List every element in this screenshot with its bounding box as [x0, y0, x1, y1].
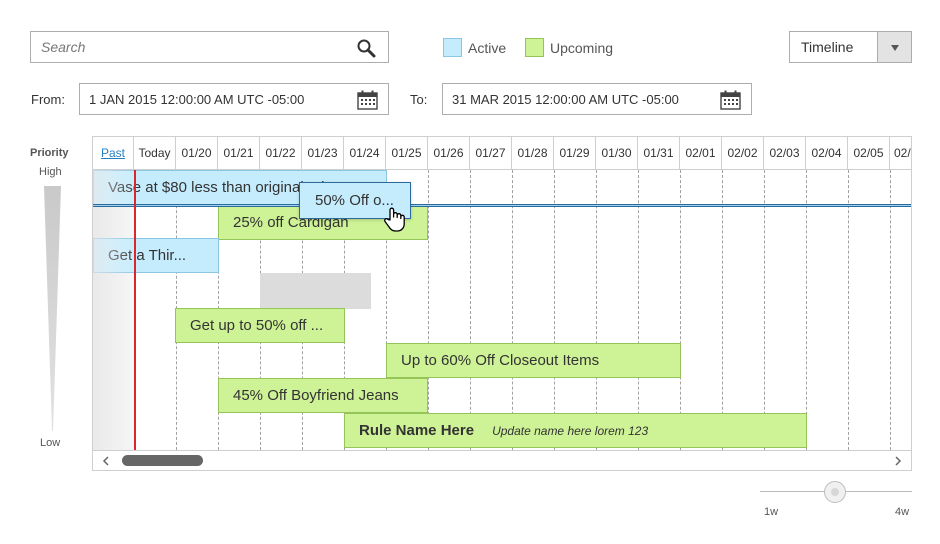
grid-line — [848, 170, 849, 450]
search-box — [30, 31, 389, 63]
zoom-min-label: 1w — [764, 506, 779, 518]
hand-cursor-icon — [384, 207, 405, 232]
column-date: 01/20 — [176, 137, 218, 169]
chevron-left-icon[interactable] — [101, 456, 111, 466]
column-date: 02/01 — [680, 137, 722, 169]
to-label: To: — [410, 92, 428, 107]
column-date: 01/26 — [428, 137, 470, 169]
scrollbar-thumb[interactable] — [122, 455, 203, 466]
from-date-field[interactable]: 1 JAN 2015 12:00:00 AM UTC -05:00 — [79, 83, 389, 115]
selected-row-indicator — [93, 204, 911, 207]
to-date-field[interactable]: 31 MAR 2015 12:00:00 AM UTC -05:00 — [442, 83, 752, 115]
rule-bar-upcoming[interactable]: Up to 60% Off Closeout Items — [386, 343, 681, 378]
legend-upcoming-label: Upcoming — [550, 39, 614, 56]
column-date: 01/25 — [386, 137, 428, 169]
grid-line — [554, 170, 555, 450]
chevron-right-icon[interactable] — [893, 456, 903, 466]
column-date: 01/23 — [302, 137, 344, 169]
rule-bar-note: Update name here lorem 123 — [492, 424, 649, 438]
timeline-header: Past Today 01/20 01/21 01/22 01/23 01/24… — [93, 137, 911, 170]
column-date: 02/03 — [764, 137, 806, 169]
column-date: 01/21 — [218, 137, 260, 169]
chevron-down-icon — [891, 45, 899, 51]
legend-active: Active — [443, 38, 506, 57]
column-past[interactable]: Past — [93, 137, 134, 169]
to-date-value: 31 MAR 2015 12:00:00 AM UTC -05:00 — [452, 92, 679, 107]
column-date: 01/24 — [344, 137, 386, 169]
rule-bar-label: Get a Thir... — [108, 247, 187, 264]
grid-line — [470, 170, 471, 450]
past-region — [93, 170, 134, 450]
legend-upcoming: Upcoming — [525, 38, 613, 57]
view-select[interactable]: Timeline — [789, 31, 912, 63]
rule-bar-label: Get up to 50% off ... — [190, 317, 324, 334]
priority-low-label: Low — [40, 437, 61, 449]
column-date: 01/27 — [470, 137, 512, 169]
horizontal-scrollbar[interactable] — [93, 450, 911, 470]
column-today: Today — [134, 137, 176, 169]
column-date: 01/22 — [260, 137, 302, 169]
rule-bar-active[interactable]: Get a Thir... — [93, 238, 219, 273]
grid-line — [596, 170, 597, 450]
calendar-icon[interactable] — [357, 90, 378, 110]
today-marker — [134, 170, 136, 450]
grid-line — [512, 170, 513, 450]
view-select-value: Timeline — [801, 39, 854, 55]
priority-high-label: High — [39, 166, 62, 178]
search-icon[interactable] — [356, 38, 376, 58]
legend-active-swatch — [443, 38, 462, 57]
grid-line — [722, 170, 723, 450]
legend-active-label: Active — [468, 39, 507, 56]
grid-line — [764, 170, 765, 450]
calendar-icon[interactable] — [720, 90, 741, 110]
priority-title: Priority — [30, 147, 69, 159]
rule-bar-label: Rule Name Here — [359, 422, 475, 439]
from-date-value: 1 JAN 2015 12:00:00 AM UTC -05:00 — [89, 92, 305, 107]
zoom-max-label: 4w — [895, 506, 910, 518]
column-date: 01/29 — [554, 137, 596, 169]
column-date: 01/31 — [638, 137, 680, 169]
rule-bar-upcoming[interactable]: 45% Off Boyfriend Jeans — [218, 378, 428, 413]
column-date: 02/05 — [848, 137, 890, 169]
timeline: Past Today 01/20 01/21 01/22 01/23 01/24… — [92, 136, 912, 471]
rule-bar-upcoming[interactable]: Get up to 50% off ... — [175, 308, 345, 343]
view-select-toggle[interactable] — [877, 32, 911, 62]
column-date: 02/0 — [894, 146, 911, 160]
from-label: From: — [31, 92, 65, 107]
priority-wedge — [44, 186, 61, 431]
column-date: 02/02 — [722, 137, 764, 169]
drop-placeholder — [260, 273, 371, 309]
column-date: 01/30 — [596, 137, 638, 169]
column-date: 01/28 — [512, 137, 554, 169]
rule-bar-label: 45% Off Boyfriend Jeans — [233, 387, 399, 404]
rule-bar-upcoming[interactable]: Rule Name Here Update name here lorem 123 — [344, 413, 807, 448]
grid-line — [890, 170, 891, 450]
grid-line — [680, 170, 681, 450]
grid-line — [806, 170, 807, 450]
legend-upcoming-swatch — [525, 38, 544, 57]
search-input[interactable] — [31, 32, 341, 62]
zoom-slider-handle[interactable] — [824, 481, 846, 503]
column-date: 02/04 — [806, 137, 848, 169]
rule-bar-label: Up to 60% Off Closeout Items — [401, 352, 600, 369]
grid-line — [428, 170, 429, 450]
grid-line — [638, 170, 639, 450]
